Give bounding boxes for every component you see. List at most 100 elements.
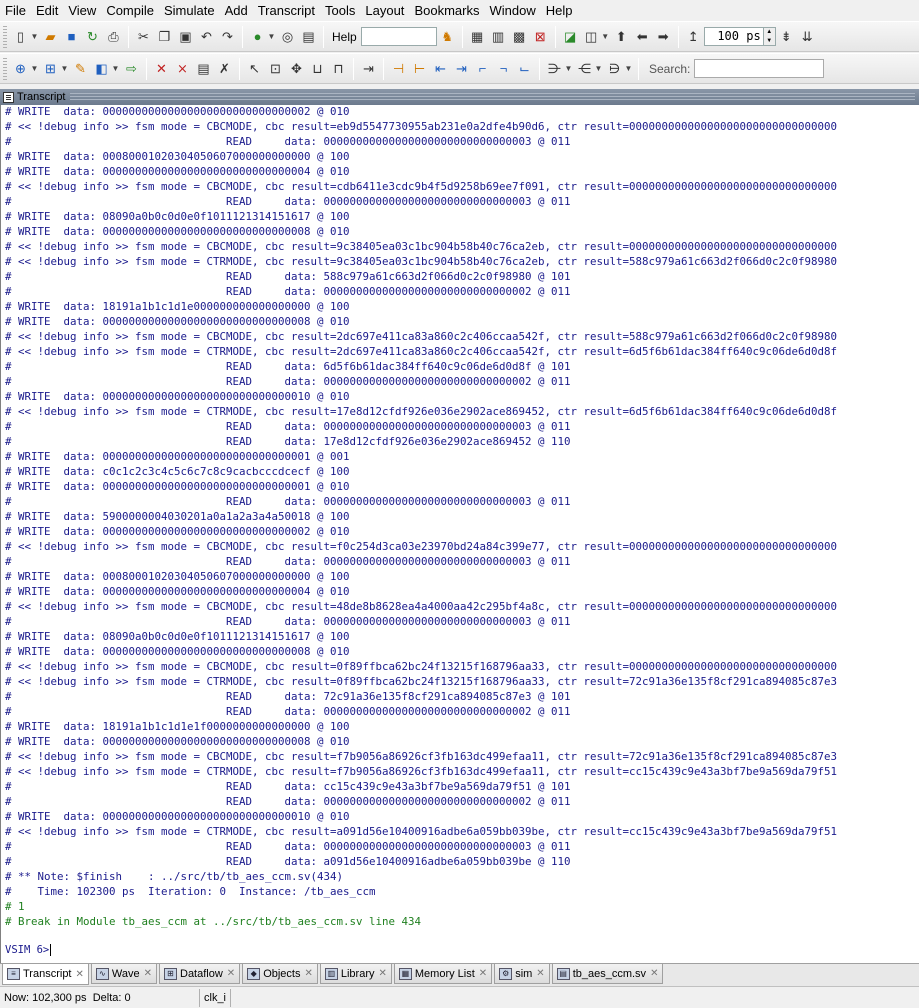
zoom-cursor-icon[interactable]: ⊓ — [329, 59, 348, 79]
transcript-line: # << !debug info >> fsm mode = CTRMODE, … — [5, 345, 838, 358]
find-icon[interactable]: ◎ — [278, 27, 297, 47]
add-dataflow-icon[interactable]: ✎ — [71, 59, 90, 79]
collapse-icon[interactable]: ⋲ — [575, 59, 594, 79]
clipboard-icon[interactable]: ▤ — [194, 59, 213, 79]
menu-view[interactable]: View — [65, 0, 103, 21]
transcript-line: # READ data: 000000000000000000000000000… — [5, 195, 571, 208]
tab-sim[interactable]: ⚙ sim ✕ — [494, 964, 550, 984]
cut-icon[interactable]: ✂ — [134, 27, 153, 47]
wave-add-icon[interactable]: ◪ — [561, 27, 580, 47]
compile-all-icon[interactable]: ▥ — [489, 27, 508, 47]
tab-library[interactable]: ▥ Library ✕ — [319, 964, 392, 984]
redo-icon[interactable]: ↷ — [218, 27, 237, 47]
insert-cursor-icon[interactable]: ⇥ — [359, 59, 378, 79]
run-length-spinner[interactable]: ▲ ▼ — [763, 27, 776, 46]
arrow-up-icon[interactable]: ⬆ — [612, 27, 631, 47]
delete-all-icon[interactable]: ⨯ — [173, 59, 192, 79]
tab-wave[interactable]: ∿ Wave ✕ — [90, 964, 157, 984]
cursor-left-icon[interactable]: ⊣ — [389, 59, 408, 79]
edge-prev-icon[interactable]: ⇤ — [431, 59, 450, 79]
simulate-icon[interactable]: ▩ — [510, 27, 529, 47]
tab-transcript[interactable]: ≡ Transcript ✕ — [2, 964, 89, 985]
falling-edge-icon[interactable]: ¬ — [494, 59, 513, 79]
close-icon[interactable]: ✕ — [227, 968, 235, 979]
open-folder-icon[interactable]: ▰ — [41, 27, 60, 47]
menu-layout[interactable]: Layout — [362, 0, 411, 21]
chevron-down-icon[interactable]: ▼ — [30, 27, 39, 47]
menu-tools[interactable]: Tools — [322, 0, 362, 21]
rising-edge-icon[interactable]: ⌐ — [473, 59, 492, 79]
run-length-input[interactable]: 100 ps — [703, 27, 764, 46]
menu-help[interactable]: Help — [543, 0, 580, 21]
chevron-down-icon[interactable]: ▼ — [267, 27, 276, 47]
run-icon[interactable]: ⇟ — [777, 27, 796, 47]
expand-icon[interactable]: ⋺ — [545, 59, 564, 79]
zoom-full-icon[interactable]: ✥ — [287, 59, 306, 79]
menu-transcript[interactable]: Transcript — [255, 0, 322, 21]
edge-next-icon[interactable]: ⇥ — [452, 59, 471, 79]
add-wave-icon[interactable]: ⊕ — [11, 59, 30, 79]
close-icon[interactable]: ✕ — [76, 969, 84, 980]
delete-signal-icon[interactable]: ✕ — [152, 59, 171, 79]
help-search-icon[interactable]: ♞ — [438, 27, 457, 47]
compile-icon[interactable]: ▦ — [468, 27, 487, 47]
add-list-icon[interactable]: ⊞ — [41, 59, 60, 79]
close-icon[interactable]: ✕ — [536, 968, 544, 979]
chevron-down-icon[interactable]: ▼ — [594, 59, 603, 79]
toolbar-grip[interactable] — [3, 57, 7, 80]
export-icon[interactable]: ⇨ — [122, 59, 141, 79]
chevron-down-icon[interactable]: ▼ — [111, 59, 120, 79]
menu-file[interactable]: File — [2, 0, 33, 21]
close-icon[interactable]: ✕ — [479, 968, 487, 979]
add-memory-icon[interactable]: ◧ — [92, 59, 111, 79]
chevron-down-icon[interactable]: ▼ — [30, 59, 39, 79]
arrow-right-icon[interactable]: ➡ — [654, 27, 673, 47]
chevron-down-icon[interactable]: ▼ — [624, 59, 633, 79]
edit-wave-icon[interactable]: ✗ — [215, 59, 234, 79]
search-input[interactable] — [694, 59, 825, 78]
step-icon[interactable]: ⇊ — [798, 27, 817, 47]
menu-compile[interactable]: Compile — [103, 0, 161, 21]
tab-source-file[interactable]: ▤ tb_aes_ccm.sv ✕ — [551, 964, 664, 984]
restart-icon[interactable]: ↥ — [684, 27, 703, 47]
transcript-window[interactable]: # WRITE data: 00000000000000000000000000… — [0, 105, 919, 963]
print-icon[interactable]: ⎙ — [104, 27, 123, 47]
toggle-edge-icon[interactable]: ⌙ — [515, 59, 534, 79]
menu-window[interactable]: Window — [486, 0, 542, 21]
save-icon[interactable]: ■ — [62, 27, 81, 47]
zoom-in-icon[interactable]: ⊡ — [266, 59, 285, 79]
find-replace-icon[interactable]: ▤ — [299, 27, 318, 47]
close-icon[interactable]: ✕ — [304, 968, 312, 979]
hierarchy-icon[interactable]: ⋻ — [605, 59, 624, 79]
pointer-icon[interactable]: ↖ — [245, 59, 264, 79]
status-delta: Delta: 0 — [92, 991, 131, 1004]
toolbar-grip[interactable] — [3, 25, 7, 48]
new-file-icon[interactable]: ▯ — [11, 27, 30, 47]
break-icon[interactable]: ⊠ — [531, 27, 550, 47]
zoom-out-icon[interactable]: ⊔ — [308, 59, 327, 79]
help-search-input[interactable] — [360, 27, 437, 46]
chevron-down-icon[interactable]: ▼ — [601, 27, 610, 47]
tab-dataflow[interactable]: ⊞ Dataflow ✕ — [159, 964, 241, 984]
close-icon[interactable]: ✕ — [379, 968, 387, 979]
command-prompt[interactable]: VSIM 6> — [5, 944, 52, 956]
tab-memory-list[interactable]: ▦ Memory List ✕ — [393, 964, 493, 984]
close-icon[interactable]: ✕ — [144, 968, 152, 979]
undo-icon[interactable]: ↶ — [197, 27, 216, 47]
menu-add[interactable]: Add — [222, 0, 255, 21]
layout-icon[interactable]: ◫ — [582, 27, 601, 47]
tab-objects[interactable]: ◆ Objects ✕ — [242, 964, 318, 984]
paste-icon[interactable]: ▣ — [176, 27, 195, 47]
reload-icon[interactable]: ↻ — [83, 27, 102, 47]
chevron-down-icon[interactable]: ▼ — [60, 59, 69, 79]
chevron-down-icon[interactable]: ▼ — [564, 59, 573, 79]
menu-bookmarks[interactable]: Bookmarks — [411, 0, 486, 21]
copy-icon[interactable]: ❐ — [155, 27, 174, 47]
cursor-right-icon[interactable]: ⊢ — [410, 59, 429, 79]
close-icon[interactable]: ✕ — [650, 968, 658, 979]
menu-simulate[interactable]: Simulate — [161, 0, 222, 21]
circle-icon[interactable]: ● — [248, 27, 267, 47]
pane-drag-handle[interactable] — [69, 93, 915, 101]
arrow-left-icon[interactable]: ⬅ — [633, 27, 652, 47]
menu-edit[interactable]: Edit — [33, 0, 65, 21]
